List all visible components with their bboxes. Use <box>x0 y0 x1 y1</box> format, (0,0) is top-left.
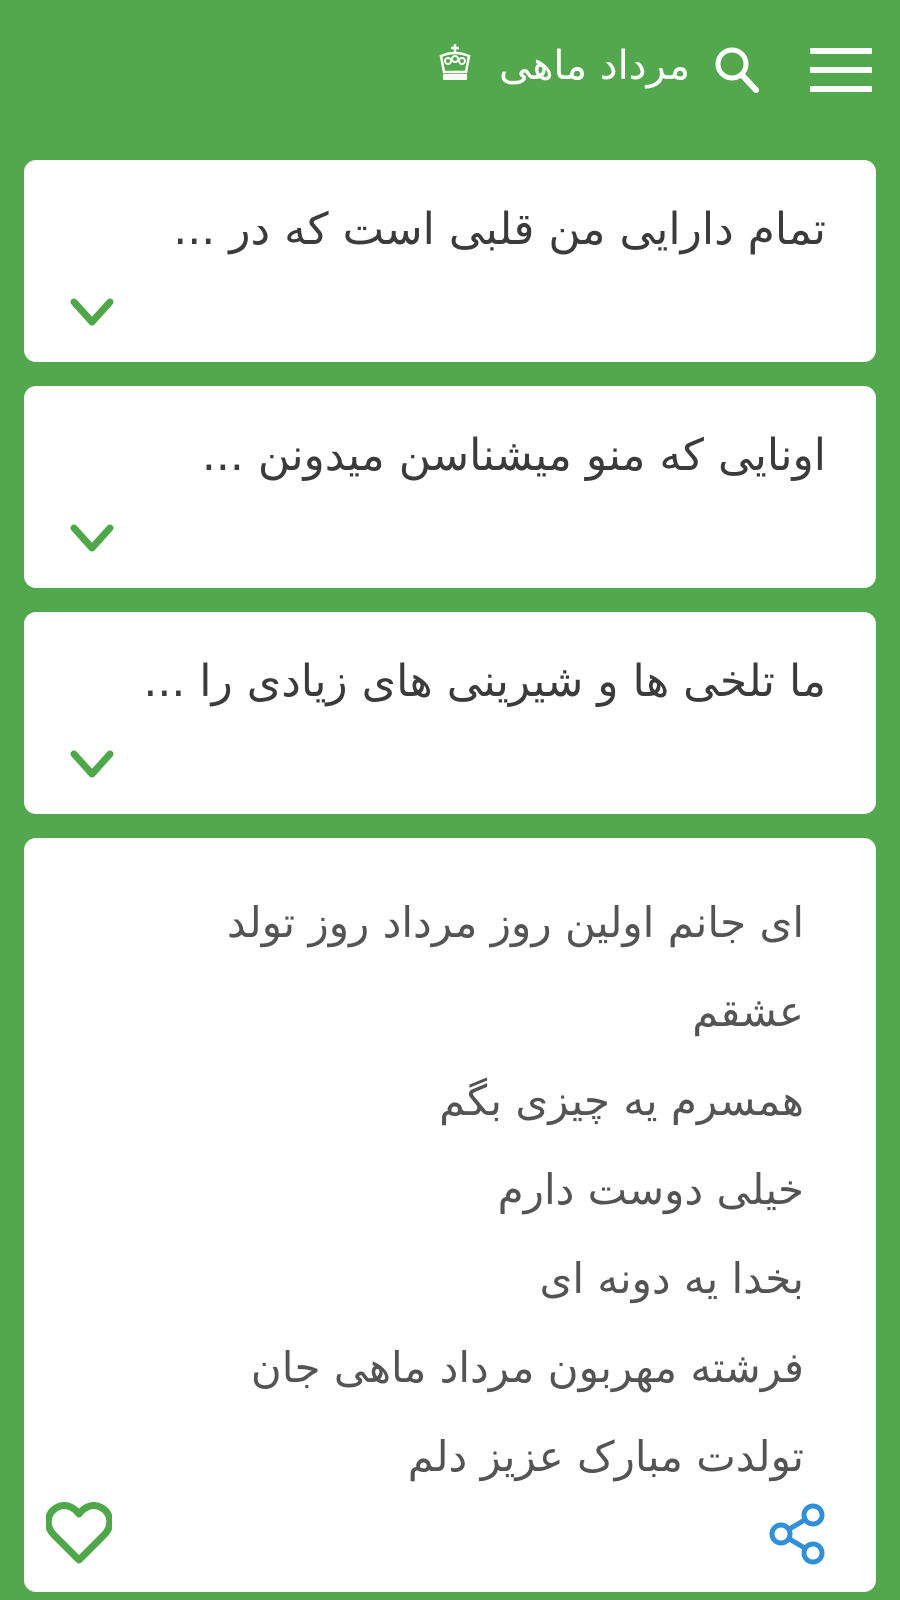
poem-line: فرشته مهربون مرداد ماهی جان <box>250 1343 804 1392</box>
list-item[interactable]: ما تلخی ها و شیرینی های زیادی را ... <box>24 612 876 814</box>
list-item-title: اونایی که منو میشناسن میدونن ... <box>201 430 826 481</box>
list-item-title: ما تلخی ها و شیرینی های زیادی را ... <box>143 656 826 707</box>
poem-text: ای جانم اولین روز مرداد روز تولد عشقم هم… <box>84 878 804 1501</box>
menu-icon[interactable] <box>810 48 872 92</box>
poem-line: خیلی دوست دارم <box>497 1165 804 1214</box>
list-item-title: تمام دارایی من قلبی است که در ... <box>173 204 826 255</box>
share-icon[interactable] <box>766 1502 828 1566</box>
poem-line: ای جانم اولین روز مرداد روز تولد <box>226 898 804 947</box>
app-title: مرداد ماهی <box>499 43 690 89</box>
heart-icon[interactable] <box>44 1502 114 1566</box>
poem-line: تولدت مبارک عزیز دلم <box>407 1432 804 1481</box>
poem-line: همسرم یه چیزی بگم <box>439 1076 804 1125</box>
poem-line: عشقم <box>692 987 804 1036</box>
poem-line: بخدا یه دونه ای <box>539 1254 804 1303</box>
chevron-down-icon[interactable] <box>70 748 114 782</box>
list-item[interactable]: اونایی که منو میشناسن میدونن ... <box>24 386 876 588</box>
list-item[interactable]: تمام دارایی من قلبی است که در ... <box>24 160 876 362</box>
chevron-down-icon[interactable] <box>70 296 114 330</box>
chevron-down-icon[interactable] <box>70 522 114 556</box>
search-icon[interactable] <box>712 44 762 96</box>
crown-icon <box>436 42 474 86</box>
expanded-list-item: ای جانم اولین روز مرداد روز تولد عشقم هم… <box>24 838 876 1592</box>
app-bar: مرداد ماهی <box>0 0 900 140</box>
